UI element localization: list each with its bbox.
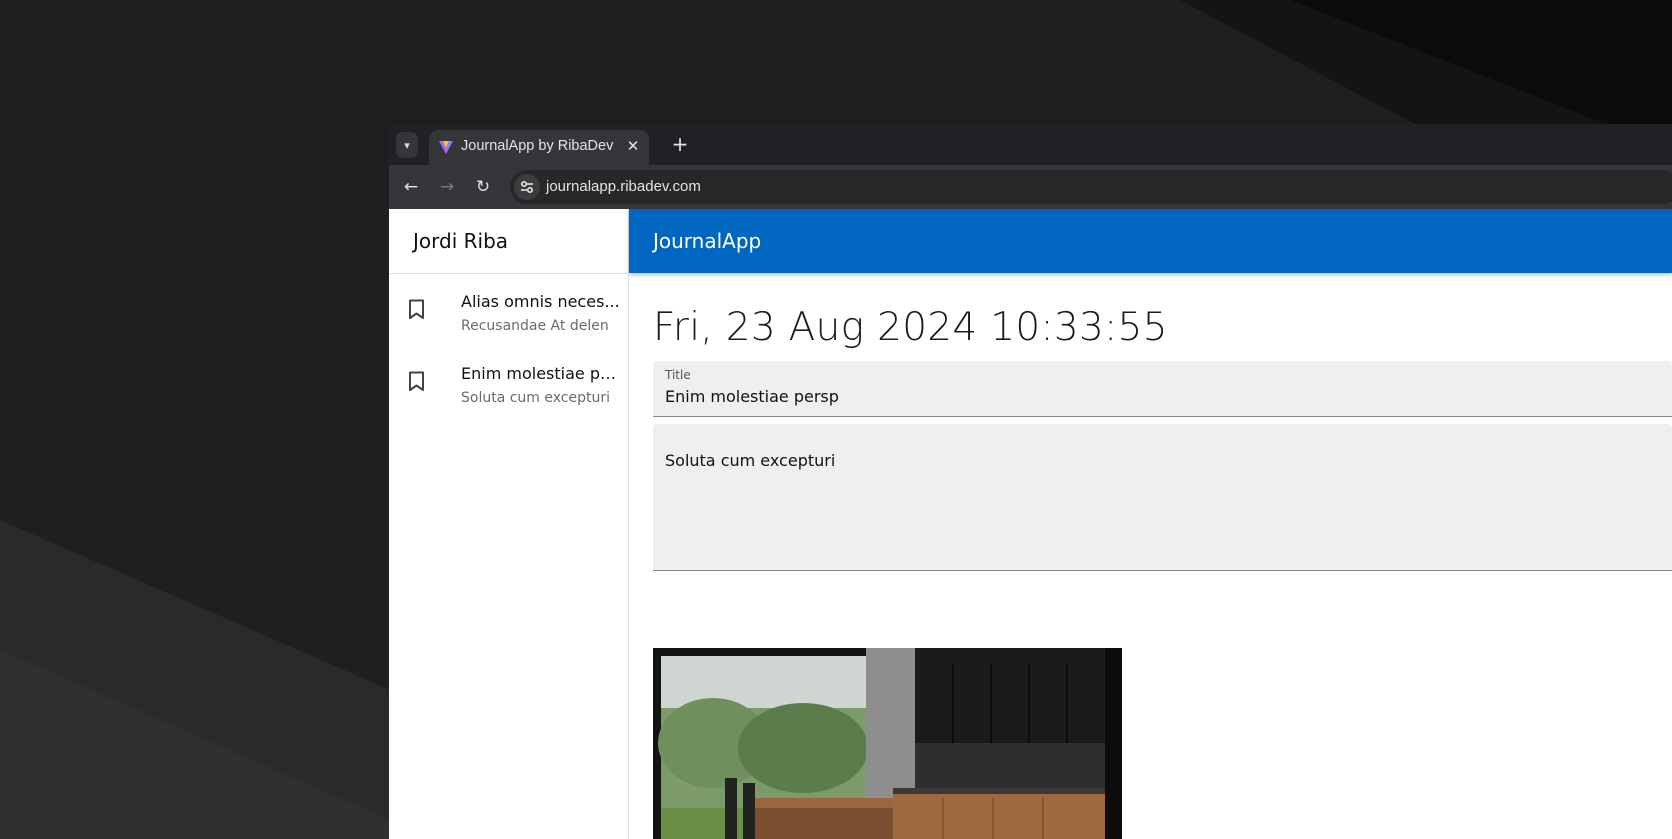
user-name: Jordi Riba — [389, 209, 628, 274]
chevron-down-icon: ▾ — [404, 138, 410, 152]
site-info-button[interactable] — [514, 174, 540, 200]
title-field-label: Title — [665, 368, 691, 382]
browser-window: ▾ JournalApp by RibaDev ✕ + ← → ↻ journa… — [389, 124, 1672, 839]
list-item[interactable]: Enim molestiae pe... Soluta cum exceptur… — [389, 346, 628, 418]
url-text: journalapp.ribadev.com — [546, 178, 701, 195]
arrow-forward-icon[interactable]: → — [436, 176, 458, 198]
title-field[interactable]: Title Enim molestiae persp — [653, 361, 1672, 417]
web-page: Jordi Riba Alias omnis neces... Recusand… — [389, 209, 1672, 839]
sidebar: Jordi Riba Alias omnis neces... Recusand… — [389, 209, 629, 839]
tab-title: JournalApp by RibaDev — [461, 138, 614, 154]
entry-title: Alias omnis neces... — [461, 292, 620, 311]
list-item[interactable]: Alias omnis neces... Recusandae At delen — [389, 274, 628, 346]
browser-toolbar: ← → ↻ journalapp.ribadev.com — [389, 165, 1672, 209]
vite-logo-icon — [439, 141, 453, 154]
bookmark-icon — [409, 371, 424, 391]
app-title: JournalApp — [653, 229, 762, 253]
browser-tab[interactable]: JournalApp by RibaDev ✕ — [429, 130, 649, 165]
bookmark-icon — [409, 299, 424, 319]
reload-icon[interactable]: ↻ — [472, 176, 494, 198]
tune-icon — [521, 181, 534, 194]
arrow-back-icon[interactable]: ← — [400, 176, 422, 198]
body-field[interactable]: Soluta cum excepturi — [653, 424, 1672, 571]
entry-subtitle: Recusandae At delen — [461, 318, 609, 334]
tab-strip: ▾ JournalApp by RibaDev ✕ + — [389, 124, 1672, 165]
app-bar: JournalApp — [629, 209, 1672, 273]
new-tab-button[interactable]: + — [670, 134, 690, 154]
close-icon[interactable]: ✕ — [624, 137, 642, 155]
note-image — [653, 648, 1122, 839]
title-field-value[interactable]: Enim molestiae persp — [665, 387, 839, 406]
kitchen-photo — [653, 648, 1122, 839]
note-date: Fri, 23 Aug 2024 10:33:55 — [653, 305, 1168, 350]
entry-subtitle: Soluta cum excepturi — [461, 390, 611, 406]
address-bar[interactable]: journalapp.ribadev.com — [510, 170, 1672, 204]
tab-search-button[interactable]: ▾ — [396, 132, 418, 158]
body-field-value[interactable]: Soluta cum excepturi — [665, 451, 835, 470]
entry-title: Enim molestiae pe... — [461, 364, 621, 383]
